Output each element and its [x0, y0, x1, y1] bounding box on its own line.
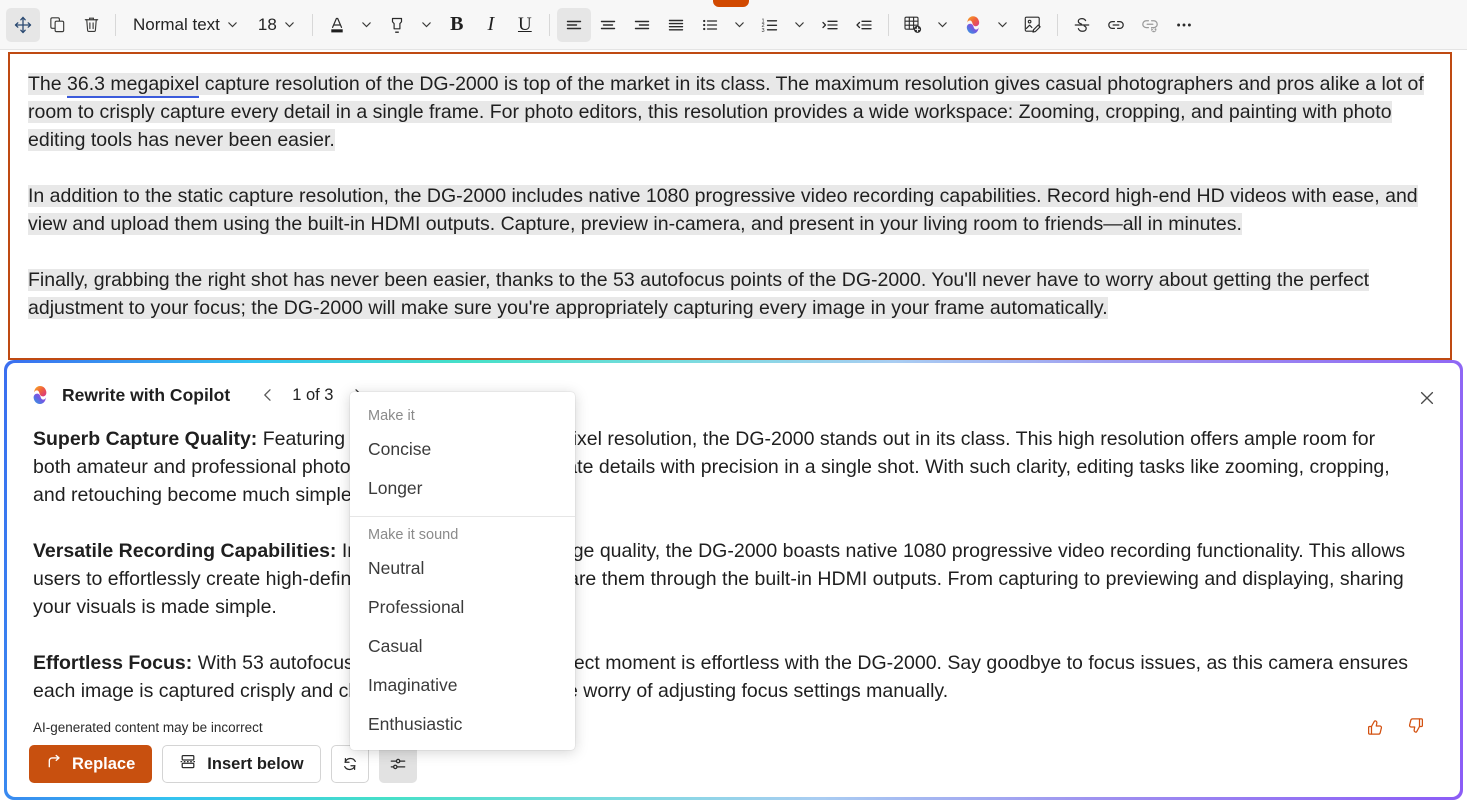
insert-below-button[interactable]: Insert below: [162, 745, 320, 783]
insert-link-button[interactable]: [1099, 8, 1133, 42]
adjust-settings-button[interactable]: [379, 745, 417, 783]
highlight-button[interactable]: [380, 8, 414, 42]
table-chevron-down-icon[interactable]: [930, 8, 956, 42]
copy-button[interactable]: [40, 8, 74, 42]
replace-arrow-icon: [46, 753, 63, 775]
close-copilot-panel-button[interactable]: [1412, 383, 1442, 413]
copilot-action-bar: Replace Insert below: [29, 745, 417, 783]
active-tab-marker: [713, 0, 749, 7]
numbered-list-button[interactable]: 1 2 3: [753, 8, 787, 42]
copilot-suggestion-body: Superb Capture Quality: Featuring a rema…: [7, 409, 1460, 705]
thumbs-down-icon[interactable]: [1402, 713, 1428, 739]
document-content-frame[interactable]: The 36.3 megapixel capture resolution of…: [8, 52, 1452, 360]
toolbar-divider: [549, 14, 550, 36]
chevron-down-icon[interactable]: [220, 8, 246, 42]
copilot-panel-header: Rewrite with Copilot 1 of 3: [7, 363, 1460, 409]
copilot-panel-title: Rewrite with Copilot: [62, 385, 230, 406]
copilot-chevron-down-icon[interactable]: [990, 8, 1016, 42]
doc-p1-rest: capture resolution of the DG-2000 is top…: [28, 73, 1424, 151]
regenerate-button[interactable]: [331, 745, 369, 783]
move-handle-button[interactable]: [6, 8, 40, 42]
align-center-button[interactable]: [591, 8, 625, 42]
insert-below-icon: [179, 753, 197, 776]
formatting-toolbar: Normal text 18: [0, 0, 1467, 50]
bold-button[interactable]: B: [440, 8, 474, 42]
dropdown-item-neutral[interactable]: Neutral: [350, 549, 575, 588]
feedback-controls: [1362, 713, 1428, 739]
font-size-select[interactable]: 18: [248, 8, 305, 42]
app-root: Normal text 18: [0, 0, 1467, 807]
copilot-p2-heading: Versatile Recording Capabilities:: [33, 540, 336, 562]
bullet-list-chevron-down-icon[interactable]: [727, 8, 753, 42]
copilot-logo-icon: [29, 384, 51, 406]
document-paragraph-2: In addition to the static capture resolu…: [28, 182, 1432, 238]
document-paragraph-1: The 36.3 megapixel capture resolution of…: [28, 70, 1432, 154]
copilot-paragraph-1: Superb Capture Quality: Featuring a rema…: [33, 425, 1418, 509]
megapixel-link[interactable]: 36.3 megapixel: [67, 73, 199, 98]
copilot-panel-inner: Rewrite with Copilot 1 of 3 Superb Captu…: [7, 363, 1460, 797]
toolbar-divider: [312, 14, 313, 36]
insert-table-button[interactable]: [896, 8, 930, 42]
dropdown-item-enthusiastic[interactable]: Enthusiastic: [350, 705, 575, 744]
document-body[interactable]: The 36.3 megapixel capture resolution of…: [10, 54, 1450, 322]
delete-button[interactable]: [74, 8, 108, 42]
remove-link-button[interactable]: [1133, 8, 1167, 42]
rewrite-options-dropdown: Make it Concise Longer Make it sound Neu…: [350, 392, 575, 750]
thumbs-up-icon[interactable]: [1362, 713, 1388, 739]
toolbar-divider: [1057, 14, 1058, 36]
numbered-list-chevron-down-icon[interactable]: [787, 8, 813, 42]
increase-indent-button[interactable]: [813, 8, 847, 42]
copilot-paragraph-2: Versatile Recording Capabilities: In add…: [33, 537, 1418, 621]
suggestion-counter: 1 of 3: [292, 386, 333, 405]
copilot-p1-heading: Superb Capture Quality:: [33, 428, 257, 450]
doc-p1-prefix: The: [28, 73, 67, 95]
copilot-p3-heading: Effortless Focus:: [33, 652, 192, 674]
italic-button[interactable]: I: [474, 8, 508, 42]
decrease-indent-button[interactable]: [847, 8, 881, 42]
align-left-button[interactable]: [557, 8, 591, 42]
doc-p3-text: Finally, grabbing the right shot has nev…: [28, 269, 1369, 319]
dropdown-group-label-make-it: Make it: [350, 398, 575, 430]
strikethrough-button[interactable]: [1065, 8, 1099, 42]
toolbar-divider: [888, 14, 889, 36]
rewrite-with-copilot-panel: Rewrite with Copilot 1 of 3 Superb Captu…: [4, 360, 1463, 800]
ai-disclaimer-text: AI-generated content may be incorrect: [33, 720, 263, 735]
dropdown-item-casual[interactable]: Casual: [350, 627, 575, 666]
dropdown-item-longer[interactable]: Longer: [350, 469, 575, 508]
insert-below-button-label: Insert below: [207, 755, 303, 774]
align-right-button[interactable]: [625, 8, 659, 42]
justify-button[interactable]: [659, 8, 693, 42]
dropdown-item-concise[interactable]: Concise: [350, 430, 575, 469]
copilot-paragraph-3: Effortless Focus: With 53 autofocus poin…: [33, 649, 1418, 705]
paragraph-style-select[interactable]: Normal text: [123, 8, 248, 42]
chevron-down-icon[interactable]: [277, 8, 303, 42]
svg-text:3: 3: [761, 28, 764, 34]
paragraph-style-value: Normal text: [133, 15, 220, 35]
doc-p2-text: In addition to the static capture resolu…: [28, 185, 1418, 235]
toolbar-divider: [115, 14, 116, 36]
document-paragraph-3: Finally, grabbing the right shot has nev…: [28, 266, 1432, 322]
dropdown-item-imaginative[interactable]: Imaginative: [350, 666, 575, 705]
more-options-button[interactable]: [1167, 8, 1201, 42]
dropdown-item-professional[interactable]: Professional: [350, 588, 575, 627]
edit-image-button[interactable]: [1016, 8, 1050, 42]
dropdown-group-label-make-it-sound: Make it sound: [350, 517, 575, 549]
underline-button[interactable]: U: [508, 8, 542, 42]
replace-button-label: Replace: [72, 755, 135, 774]
highlight-chevron-down-icon[interactable]: [414, 8, 440, 42]
copilot-button[interactable]: [956, 8, 990, 42]
font-size-value: 18: [258, 15, 277, 35]
font-color-button[interactable]: [320, 8, 354, 42]
font-color-chevron-down-icon[interactable]: [354, 8, 380, 42]
previous-suggestion-button[interactable]: [254, 381, 282, 409]
replace-button[interactable]: Replace: [29, 745, 152, 783]
bullet-list-button[interactable]: [693, 8, 727, 42]
copilot-p3-text: With 53 autofocus points, capturing the …: [33, 652, 1408, 702]
